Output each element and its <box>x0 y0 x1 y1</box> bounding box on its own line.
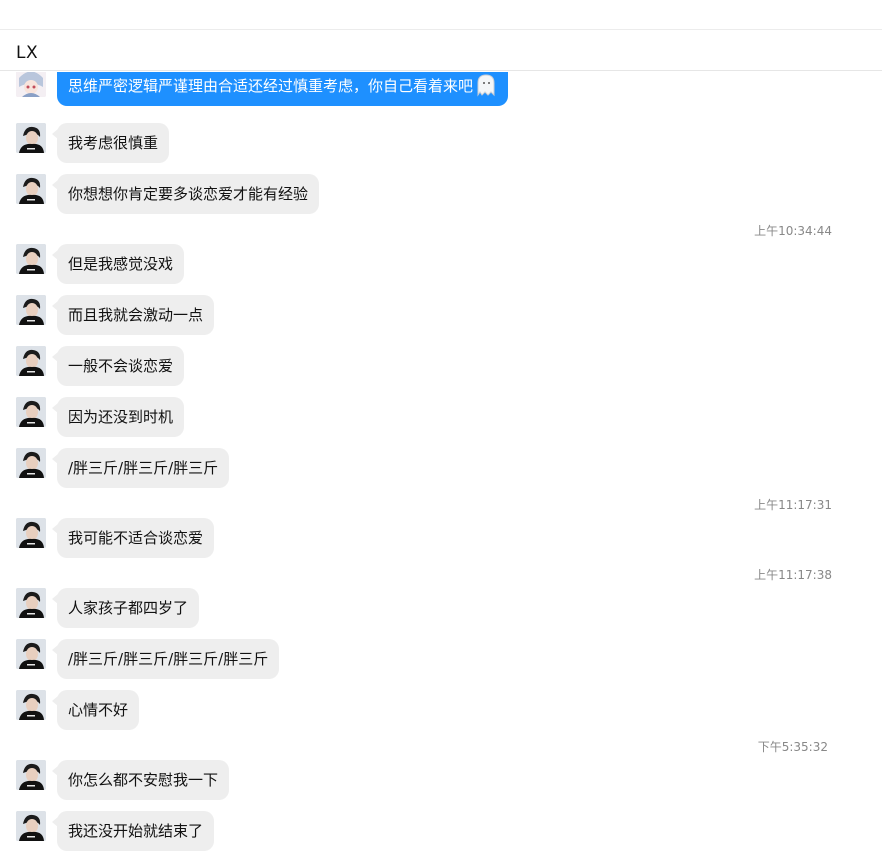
message-bubble[interactable]: 人家孩子都四岁了 <box>57 588 200 628</box>
avatar[interactable] <box>16 588 46 618</box>
timestamp: 上午10:34:44 <box>754 224 832 238</box>
message-text: 因为还没到时机 <box>68 408 174 426</box>
timestamp: 下午5:35:32 <box>757 740 828 754</box>
avatar[interactable] <box>16 123 46 153</box>
message-bubble[interactable]: 心情不好 <box>57 690 140 730</box>
message-text: 心情不好 <box>68 701 129 719</box>
message-bubble[interactable]: 一般不会谈恋爱 <box>57 346 185 386</box>
message-text: 我考虑很慎重 <box>68 134 159 152</box>
avatar[interactable] <box>16 295 46 325</box>
ghost-icon <box>475 73 497 97</box>
message-bubble[interactable]: /胖三斤/胖三斤/胖三斤/胖三斤 <box>57 639 280 679</box>
top-bar <box>0 0 882 30</box>
avatar[interactable] <box>16 174 46 204</box>
message-text: /胖三斤/胖三斤/胖三斤 <box>68 459 219 477</box>
message-text: 而且我就会激动一点 <box>68 306 204 324</box>
avatar[interactable] <box>16 448 46 478</box>
message-bubble[interactable]: 你想想你肯定要多谈恋爱才能有经验 <box>57 174 320 214</box>
message-bubble[interactable]: 你怎么都不安慰我一下 <box>57 760 230 800</box>
avatar[interactable] <box>16 518 46 548</box>
avatar[interactable] <box>16 690 46 720</box>
avatar[interactable] <box>16 639 46 669</box>
chat-title: LX <box>16 43 39 63</box>
avatar[interactable] <box>16 346 46 376</box>
chat-window: LX 思维严密逻辑严谨理由合适还经过慎重考虑，你自己看着来吧 我考虑很慎重 你想… <box>0 0 882 866</box>
chat-header: LX <box>0 30 882 71</box>
message-bubble[interactable]: 而且我就会激动一点 <box>57 295 215 335</box>
anime-avatar[interactable] <box>16 72 46 97</box>
message-bubble[interactable]: 我可能不适合谈恋爱 <box>57 518 215 558</box>
timestamp: 上午11:17:31 <box>754 498 832 512</box>
message-bubble[interactable]: 我还没开始就结束了 <box>57 811 215 851</box>
message-text: 思维严密逻辑严谨理由合适还经过慎重考虑，你自己看着来吧 <box>68 77 474 95</box>
message-text: 一般不会谈恋爱 <box>68 357 174 375</box>
avatar[interactable] <box>16 811 46 841</box>
message-bubble[interactable]: 思维严密逻辑严谨理由合适还经过慎重考虑，你自己看着来吧 <box>57 72 509 106</box>
timestamp: 上午11:17:38 <box>754 568 832 582</box>
message-list[interactable]: 思维严密逻辑严谨理由合适还经过慎重考虑，你自己看着来吧 我考虑很慎重 你想想你肯… <box>0 72 882 866</box>
message-text: 我还没开始就结束了 <box>68 822 204 840</box>
avatar[interactable] <box>16 244 46 274</box>
message-text: 你怎么都不安慰我一下 <box>68 771 219 789</box>
message-text: 我可能不适合谈恋爱 <box>68 529 204 547</box>
message-text: 人家孩子都四岁了 <box>68 599 189 617</box>
message-bubble[interactable]: /胖三斤/胖三斤/胖三斤 <box>57 448 230 488</box>
avatar[interactable] <box>16 760 46 790</box>
message-bubble[interactable]: 因为还没到时机 <box>57 397 185 437</box>
message-text: 但是我感觉没戏 <box>68 255 174 273</box>
message-text: /胖三斤/胖三斤/胖三斤/胖三斤 <box>68 650 269 668</box>
message-bubble[interactable]: 但是我感觉没戏 <box>57 244 185 284</box>
message-text: 你想想你肯定要多谈恋爱才能有经验 <box>68 185 309 203</box>
message-bubble[interactable]: 我考虑很慎重 <box>57 123 170 163</box>
avatar[interactable] <box>16 397 46 427</box>
